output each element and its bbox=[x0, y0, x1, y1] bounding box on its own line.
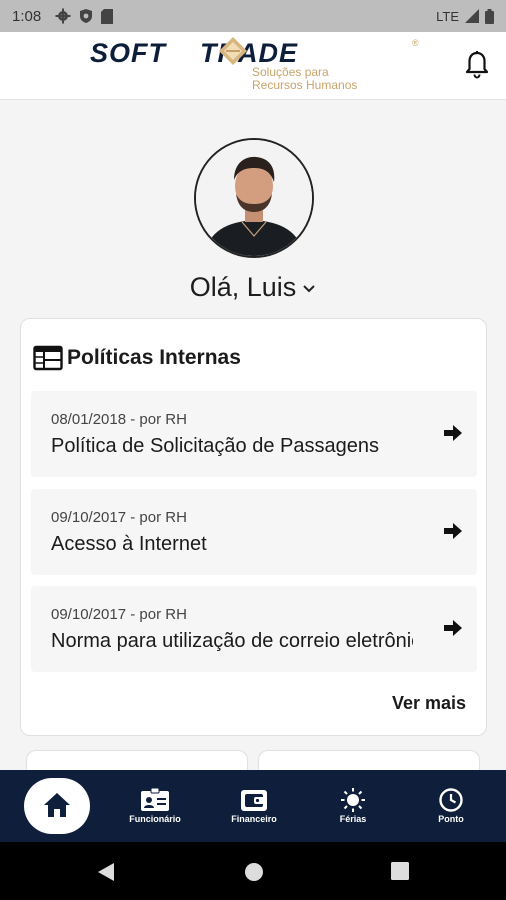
shield-icon bbox=[80, 9, 93, 23]
policy-item[interactable]: 09/10/2017 - por RH Norma para utilizaçã… bbox=[31, 586, 477, 672]
home-icon bbox=[44, 793, 70, 817]
policy-meta: 09/10/2017 - por RH bbox=[51, 606, 187, 623]
policy-title: Acesso à Internet bbox=[51, 533, 207, 555]
bottom-nav: Funcionário Financeiro Férias Ponto bbox=[0, 770, 506, 842]
brand-name-left: SOFT bbox=[90, 38, 166, 68]
home-circle-icon[interactable] bbox=[244, 862, 264, 882]
nav-label: Ponto bbox=[438, 814, 464, 824]
settings-icon bbox=[55, 8, 71, 24]
profile-photo bbox=[196, 140, 312, 256]
softtrade-logo: SOFT TRADE ® Soluções para Recursos Human… bbox=[90, 37, 430, 96]
wallet-icon bbox=[241, 790, 267, 811]
nav-home-button[interactable] bbox=[24, 778, 90, 834]
back-icon[interactable] bbox=[97, 862, 115, 882]
network-type: LTE bbox=[436, 8, 459, 24]
clock-icon bbox=[439, 788, 463, 812]
sun-icon bbox=[341, 788, 365, 812]
policy-meta: 08/01/2018 - por RH bbox=[51, 411, 187, 428]
logo-tagline: Soluções para Recursos Humanos bbox=[252, 65, 358, 92]
app-header: SOFT TRADE ® Soluções para Recursos Human… bbox=[0, 32, 506, 100]
policies-card: Políticas Internas 08/01/2018 - por RH P… bbox=[20, 318, 487, 736]
nav-item-financeiro[interactable]: Financeiro bbox=[214, 788, 294, 824]
policy-title: Política de Solicitação de Passagens bbox=[51, 435, 379, 457]
nav-item-ferias[interactable]: Férias bbox=[313, 788, 393, 824]
policy-item[interactable]: 08/01/2018 - por RH Política de Solicita… bbox=[31, 391, 477, 477]
status-time: 1:08 bbox=[12, 7, 42, 25]
arrow-right-icon bbox=[444, 620, 462, 636]
nav-label: Financeiro bbox=[231, 814, 277, 824]
status-bar: 1:08 LTE bbox=[0, 0, 506, 32]
nav-label: Funcionário bbox=[129, 814, 181, 824]
battery-icon bbox=[485, 8, 494, 24]
nav-item-ponto[interactable]: Ponto bbox=[411, 788, 491, 824]
chevron-down-icon bbox=[303, 285, 315, 293]
arrow-right-icon bbox=[444, 523, 462, 539]
see-more-link[interactable]: Ver mais bbox=[392, 693, 466, 714]
sd-card-icon bbox=[101, 8, 114, 24]
policy-meta: 09/10/2017 - por RH bbox=[51, 509, 187, 526]
arrow-right-icon bbox=[444, 425, 462, 441]
greeting-dropdown[interactable]: Olá, Luis bbox=[0, 272, 506, 303]
policy-item[interactable]: 09/10/2017 - por RH Acesso à Internet bbox=[31, 489, 477, 575]
id-card-icon bbox=[141, 788, 169, 811]
logo-diamond-icon bbox=[219, 37, 247, 65]
nav-label: Férias bbox=[339, 814, 367, 824]
signal-icon bbox=[465, 9, 479, 23]
recents-icon[interactable] bbox=[391, 862, 409, 880]
card-title-text: Políticas Internas bbox=[67, 346, 241, 369]
brand-name-right: TRADE bbox=[200, 38, 298, 68]
greeting-text: Olá, Luis bbox=[189, 272, 297, 302]
nav-item-funcionario[interactable]: Funcionário bbox=[115, 788, 195, 824]
card-title: Políticas Internas bbox=[33, 345, 241, 371]
notification-bell-icon[interactable] bbox=[464, 50, 490, 80]
registered-mark: ® bbox=[412, 38, 419, 48]
system-nav-bar bbox=[0, 842, 506, 900]
avatar bbox=[194, 138, 314, 258]
policy-title: Norma para utilização de correio eletrôn… bbox=[51, 630, 413, 652]
table-icon bbox=[33, 345, 63, 371]
